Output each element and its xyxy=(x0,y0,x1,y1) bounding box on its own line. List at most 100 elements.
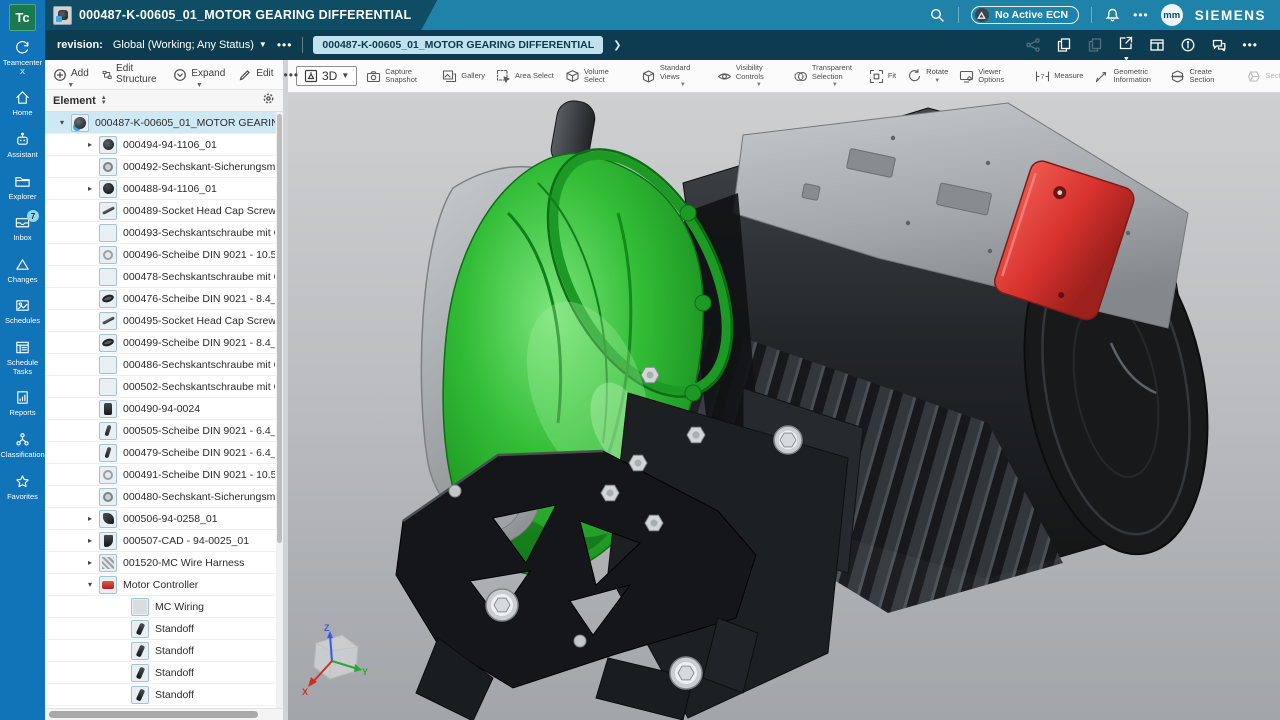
tree-item-label: 000486-Sechskantschraube mit Gewinde bis… xyxy=(123,359,275,371)
capture-snapshot-button[interactable]: Capture Snapshot xyxy=(364,66,433,87)
sidebar-item-assistant[interactable]: Assistant xyxy=(0,125,45,167)
sidebar-item-inbox[interactable]: 7 Inbox xyxy=(0,208,45,250)
structure-more-menu[interactable]: ••• xyxy=(284,68,300,82)
tree-row-root[interactable]: ▾ 000487-K-00605_01_MOTOR GEARING DIFFER… xyxy=(45,112,283,134)
sidebar-item-reports[interactable]: Reports xyxy=(0,383,45,425)
tree-expand-caret[interactable]: ▸ xyxy=(85,140,95,149)
sidebar-item-classification[interactable]: Classification xyxy=(0,425,45,467)
chevron-down-icon: ▼ xyxy=(680,82,686,88)
assistant-icon xyxy=(14,131,31,148)
viewer-mode-3d-dropdown[interactable]: 3D ▼ xyxy=(296,66,357,86)
part-thumbnail-icon xyxy=(99,576,117,594)
standard-views-button[interactable]: Standard Views▼ xyxy=(639,62,708,90)
sidebar-item-schedules[interactable]: Schedules xyxy=(0,291,45,333)
revision-rule-selector[interactable]: Global (Working; Any Status) ▼ xyxy=(113,39,267,51)
sidebar-item-schedule-tasks[interactable]: Schedule Tasks xyxy=(0,333,45,383)
tree-row[interactable]: 000486-Sechskantschraube mit Gewinde bis… xyxy=(45,354,283,376)
expand-button[interactable]: Expand ▼ xyxy=(173,68,225,82)
tree-row[interactable]: 000491-Scheibe DIN 9021 - 10.5_Washer DI… xyxy=(45,464,283,486)
user-avatar[interactable]: mm xyxy=(1161,4,1183,26)
breadcrumb[interactable]: 000487-K-00605_01_MOTOR GEARING DIFFEREN… xyxy=(313,36,603,54)
tree-row[interactable]: 000489-Socket Head Cap Screw_ISO_ISO 476… xyxy=(45,200,283,222)
area-select-button[interactable]: Area Select xyxy=(494,67,556,86)
info-icon[interactable] xyxy=(1180,37,1196,53)
layout-panels-icon[interactable] xyxy=(1149,37,1165,53)
sidebar-item-label: Assistant xyxy=(7,151,37,160)
standard-views-cube-icon xyxy=(641,69,656,84)
revision-more-menu[interactable]: ••• xyxy=(277,39,293,51)
tree-row[interactable]: Standoff xyxy=(45,640,283,662)
transparent-selection-icon xyxy=(793,69,808,84)
scrollbar-thumb[interactable] xyxy=(49,711,258,718)
transparent-selection-button[interactable]: Transparent Selection▼ xyxy=(791,62,860,90)
tree-horizontal-scrollbar[interactable] xyxy=(45,708,283,720)
edit-structure-button[interactable]: Edit Structure xyxy=(102,64,161,85)
tree-row[interactable]: ▸ 000488-94-1106_01 xyxy=(45,178,283,200)
open-with-button[interactable]: ▼ xyxy=(1118,35,1134,56)
tree-row[interactable]: Standoff xyxy=(45,662,283,684)
element-column-header[interactable]: Element ▲▼ xyxy=(45,90,283,112)
tree-expand-caret[interactable]: ▸ xyxy=(85,514,95,523)
orientation-triad[interactable]: Z Y X xyxy=(294,617,368,697)
tree-row[interactable]: ▸ 001520-MC Wire Harness xyxy=(45,552,283,574)
sidebar-item-teamcenter-x[interactable]: Teamcenter X xyxy=(0,33,45,83)
tree-row[interactable]: 000476-Scheibe DIN 9021 - 8.4_Washer DIN… xyxy=(45,288,283,310)
tree-row[interactable]: Standoff xyxy=(45,618,283,640)
tree-expand-caret[interactable]: ▸ xyxy=(85,184,95,193)
motor-gearing-differential-model[interactable] xyxy=(288,93,1280,720)
viewer-canvas-3d[interactable]: Z Y X xyxy=(288,93,1280,720)
ecn-status-badge[interactable]: No Active ECN xyxy=(971,6,1079,24)
tree-row[interactable]: 000495-Socket Head Cap Screw_ISO_ISO 476… xyxy=(45,310,283,332)
tree-expand-caret[interactable]: ▸ xyxy=(85,536,95,545)
viewer-options-button[interactable]: Viewer Options xyxy=(957,66,1026,87)
tree-row[interactable]: 000479-Scheibe DIN 9021 - 6.4_Washer DIN… xyxy=(45,442,283,464)
add-button[interactable]: Add ▼ xyxy=(53,68,89,82)
tree-expand-caret[interactable]: ▾ xyxy=(85,580,95,589)
copy-icon[interactable] xyxy=(1056,37,1072,53)
sidebar-item-home[interactable]: Home xyxy=(0,83,45,125)
fit-button[interactable]: Fit xyxy=(867,67,898,86)
sort-icon[interactable]: ▲▼ xyxy=(101,96,107,105)
column-settings-gear-icon[interactable] xyxy=(262,92,275,110)
edit-button[interactable]: Edit xyxy=(238,68,273,82)
top-more-menu[interactable]: ••• xyxy=(1133,9,1149,21)
tree-row[interactable]: ▸ 000507-CAD - 94-0025_01 xyxy=(45,530,283,552)
tree-row[interactable]: 000502-Sechskantschraube mit Gewinde bis… xyxy=(45,376,283,398)
tree-row[interactable]: 000499-Scheibe DIN 9021 - 8.4_Washer DIN… xyxy=(45,332,283,354)
sidebar-item-favorites[interactable]: Favorites xyxy=(0,467,45,509)
rotate-button[interactable]: Rotate▼ xyxy=(905,66,950,85)
tree-item-label: Standoff xyxy=(155,689,194,701)
tree-row[interactable]: 000505-Scheibe DIN 9021 - 6.4_Washer DIN… xyxy=(45,420,283,442)
tree-row[interactable]: MC Wiring xyxy=(45,596,283,618)
tree-expand-caret[interactable]: ▾ xyxy=(57,118,67,127)
create-section-button[interactable]: Create Section xyxy=(1168,66,1237,87)
panel-splitter[interactable] xyxy=(283,60,288,720)
tree-row[interactable]: ▸ 000494-94-1106_01 xyxy=(45,134,283,156)
sub-more-menu[interactable]: ••• xyxy=(1242,39,1258,51)
tree-row[interactable]: ▾ Motor Controller xyxy=(45,574,283,596)
tree-row[interactable]: 000490-94-0024 xyxy=(45,398,283,420)
tree-vertical-scrollbar[interactable] xyxy=(276,112,283,708)
tree-row[interactable]: 000492-Sechskant-Sicherungsmutter ISO 70… xyxy=(45,156,283,178)
tree-row[interactable]: Standoff xyxy=(45,684,283,706)
tree-row[interactable]: ▸ 000506-94-0258_01 xyxy=(45,508,283,530)
tree-row[interactable]: 000496-Scheibe DIN 9021 - 10.5_Washer DI… xyxy=(45,244,283,266)
sidebar-item-explorer[interactable]: Explorer xyxy=(0,167,45,209)
tree-row[interactable]: 000493-Sechskantschraube mit Gewinde bis… xyxy=(45,222,283,244)
measure-button[interactable]: 7 Measure xyxy=(1033,67,1085,86)
scrollbar-thumb[interactable] xyxy=(277,114,282,543)
collaborate-chat-icon[interactable] xyxy=(1211,37,1227,53)
tree-item-label: 000506-94-0258_01 xyxy=(123,513,218,525)
search-icon[interactable] xyxy=(929,7,946,24)
tree-item-label: 000487-K-00605_01_MOTOR GEARING DIFFEREN… xyxy=(95,117,275,129)
tree-expand-caret[interactable]: ▸ xyxy=(85,558,95,567)
notifications-bell-icon[interactable] xyxy=(1104,7,1121,24)
geometric-information-button[interactable]: Geometric Information xyxy=(1092,66,1161,87)
sidebar-item-changes[interactable]: Changes xyxy=(0,250,45,292)
active-object-tab[interactable]: 000487-K-00605_01_MOTOR GEARING DIFFEREN… xyxy=(45,0,437,30)
tree-row[interactable]: 000480-Sechskant-Sicherungsmutter ISO 70… xyxy=(45,486,283,508)
tree-row[interactable]: 000478-Sechskantschraube mit Gewinde bis… xyxy=(45,266,283,288)
gallery-button[interactable]: Gallery xyxy=(440,67,487,86)
volume-select-button[interactable]: Volume Select xyxy=(563,66,632,87)
visibility-controls-button[interactable]: Visibility Controls▼ xyxy=(715,62,784,90)
